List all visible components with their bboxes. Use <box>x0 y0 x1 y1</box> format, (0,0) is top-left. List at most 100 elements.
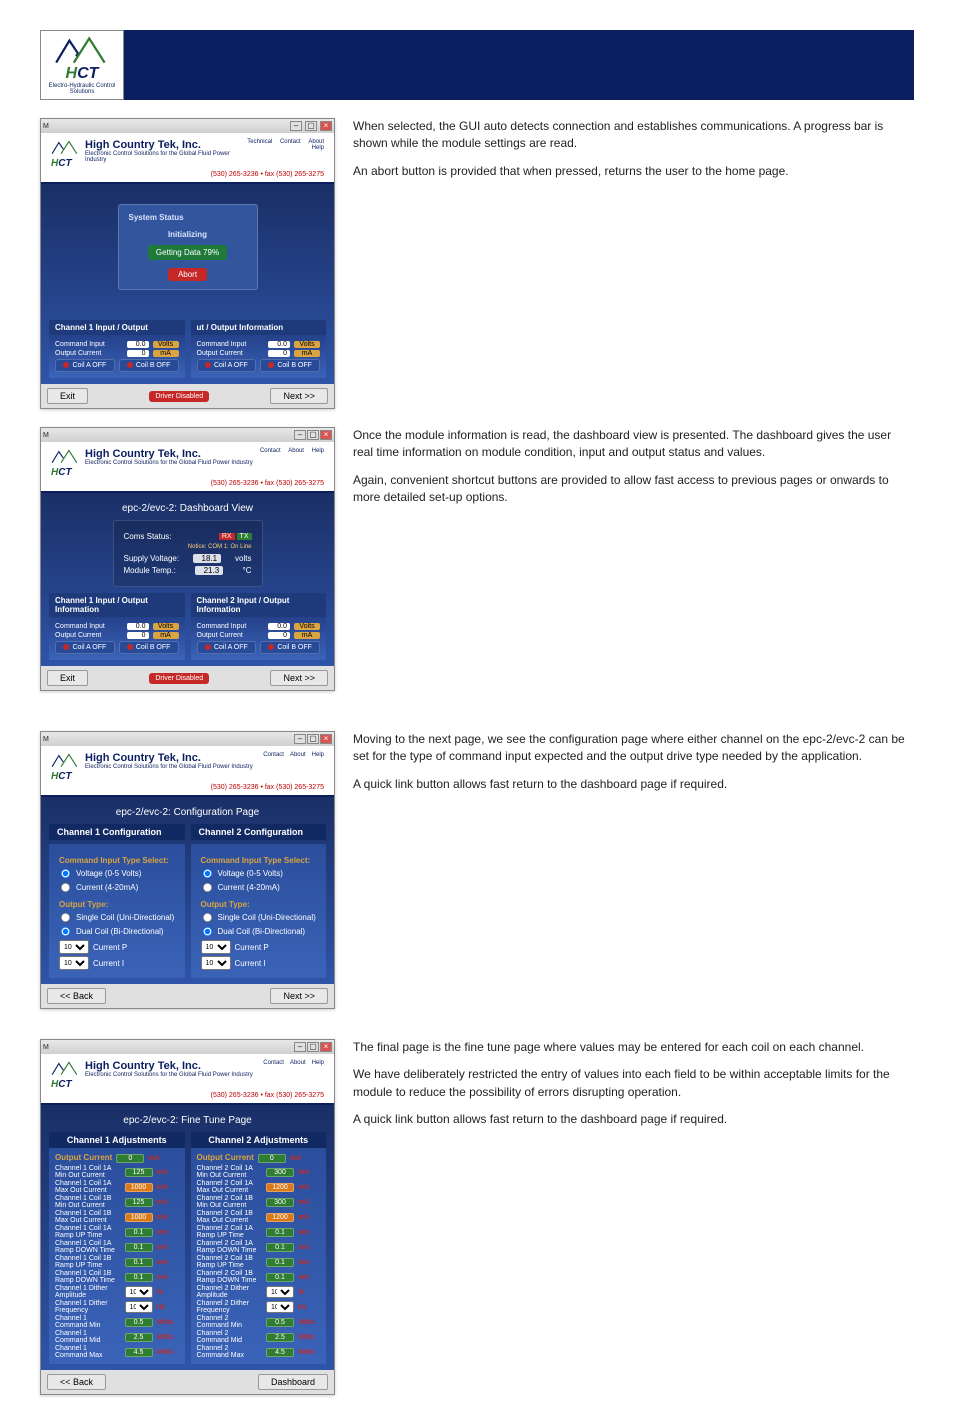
ch1-cmd-voltage[interactable]: Voltage (0-5 Volts) <box>59 867 175 880</box>
finetune-label: Channel 1 Coil 1B Ramp UP Time <box>55 1255 121 1269</box>
close-icon[interactable]: × <box>320 121 332 131</box>
ch2-current-p[interactable]: 10 <box>201 940 231 954</box>
back-button[interactable]: << Back <box>47 988 106 1004</box>
finetune-value[interactable]: 125 <box>125 1198 153 1207</box>
finetune-value[interactable]: 0.1 <box>266 1228 294 1237</box>
finetune-value[interactable]: 0.5 <box>266 1318 294 1327</box>
finetune-unit: Hz <box>157 1304 179 1311</box>
exit-button[interactable]: Exit <box>47 670 88 686</box>
finetune-row: Channel 2 Dither Amplitude10% <box>197 1285 321 1299</box>
maximize-icon[interactable]: ▢ <box>305 121 317 131</box>
abort-button[interactable]: Abort <box>168 268 207 281</box>
mini-logo: HCT <box>51 448 79 478</box>
finetune-select[interactable]: 10 <box>266 1286 294 1298</box>
finetune-value[interactable]: 300 <box>266 1168 294 1177</box>
ch2-cmd-voltage[interactable]: Voltage (0-5 Volts) <box>201 867 317 880</box>
back-button[interactable]: << Back <box>47 1374 106 1390</box>
finetune-value[interactable]: 0.5 <box>125 1318 153 1327</box>
ch2-finetune: Channel 2 Adjustments Output Current0mA … <box>191 1132 327 1364</box>
finetune-value[interactable]: 1200 <box>266 1213 294 1222</box>
close-icon[interactable]: × <box>320 430 332 440</box>
minimize-icon[interactable]: – <box>294 430 306 440</box>
ci-unit: Volts <box>153 341 179 348</box>
finetune-unit: mA <box>298 1214 320 1221</box>
finetune-row: Channel 2 Coil 1B Min Out Current300mA <box>197 1195 321 1209</box>
next-button[interactable]: Next >> <box>270 388 328 404</box>
titlebar[interactable]: M –▢× <box>41 428 334 442</box>
finetune-value[interactable]: 0.1 <box>125 1258 153 1267</box>
finetune-label: Channel 2 Dither Frequency <box>197 1300 263 1314</box>
ch1-current-i[interactable]: 10 <box>59 956 89 970</box>
titlebar[interactable]: M – ▢ × <box>41 119 334 133</box>
finetune-unit: Volts <box>298 1319 320 1326</box>
finetune-value[interactable]: 0.1 <box>266 1243 294 1252</box>
link-help[interactable]: Help <box>312 448 324 454</box>
finetune-value[interactable]: 1200 <box>266 1183 294 1192</box>
finetune-value[interactable]: 1000 <box>125 1213 153 1222</box>
maximize-icon[interactable]: ▢ <box>307 1042 319 1052</box>
finetune-value[interactable]: 4.5 <box>266 1348 294 1357</box>
finetune-select[interactable]: 100 <box>125 1301 153 1313</box>
ch2-cmd-current[interactable]: Current (4-20mA) <box>201 881 317 894</box>
phone-bar: (530) 265-3236 • fax (530) 265-3275 <box>41 171 334 184</box>
window-icon: M <box>43 432 49 439</box>
doc-header: HCT Electro-Hydraulic Control Solutions <box>40 30 914 100</box>
link-contact[interactable]: Contact <box>280 139 301 145</box>
ci-value: 0.0 <box>127 341 149 348</box>
ch1-out-single[interactable]: Single Coil (Uni-Directional) <box>59 911 175 924</box>
section1-copy: When selected, the GUI auto detects conn… <box>353 118 914 190</box>
next-button[interactable]: Next >> <box>270 988 328 1004</box>
finetune-label: Channel 2 Coil 1B Ramp UP Time <box>197 1255 263 1269</box>
finetune-unit: mA <box>157 1214 179 1221</box>
finetune-value[interactable]: 0.1 <box>266 1273 294 1282</box>
finetune-value[interactable]: 4.5 <box>125 1348 153 1357</box>
link-contact[interactable]: Contact <box>260 448 281 454</box>
finetune-unit: sec <box>298 1274 320 1281</box>
minimize-icon[interactable]: – <box>290 121 302 131</box>
ch1-current-p[interactable]: 10 <box>59 940 89 954</box>
mountain-icon <box>51 139 79 155</box>
dashboard-button[interactable]: Dashboard <box>258 1374 328 1390</box>
brand-row: HCT High Country Tek, Inc. Electronic Co… <box>41 133 334 171</box>
window-icon: M <box>43 736 49 743</box>
finetune-value[interactable]: 300 <box>266 1198 294 1207</box>
ch1-cmd-current[interactable]: Current (4-20mA) <box>59 881 175 894</box>
minimize-icon[interactable]: – <box>294 1042 306 1052</box>
finetune-value[interactable]: 125 <box>125 1168 153 1177</box>
exit-button[interactable]: Exit <box>47 388 88 404</box>
maximize-icon[interactable]: ▢ <box>307 430 319 440</box>
coil-a-status: Coil A OFF <box>197 359 257 372</box>
ch1-out-dual[interactable]: Dual Coil (Bi-Directional) <box>59 925 175 938</box>
finetune-value[interactable]: 0.1 <box>125 1228 153 1237</box>
finetune-row: Channel 1 Coil 1B Min Out Current125mA <box>55 1195 179 1209</box>
finetune-row: Channel 1 Coil 1A Min Out Current125mA <box>55 1165 179 1179</box>
finetune-label: Channel 2 Coil 1A Min Out Current <box>197 1165 263 1179</box>
finetune-row: Channel 1 Dither Frequency100Hz <box>55 1300 179 1314</box>
finetune-value[interactable]: 0.1 <box>125 1243 153 1252</box>
finetune-label: Channel 1 Coil 1B Ramp DOWN Time <box>55 1270 121 1284</box>
finetune-row: Channel 1 Command Mid2.5Volts <box>55 1330 179 1344</box>
oc-value: 0 <box>127 350 149 357</box>
minimize-icon[interactable]: – <box>294 734 306 744</box>
supply-unit: volts <box>235 554 251 563</box>
link-help[interactable]: Help <box>312 145 324 151</box>
link-technical[interactable]: Technical <box>247 139 272 145</box>
ch2-out-dual[interactable]: Dual Coil (Bi-Directional) <box>201 925 317 938</box>
next-button[interactable]: Next >> <box>270 670 328 686</box>
link-about[interactable]: About <box>288 448 304 454</box>
mountain-icon <box>54 34 109 65</box>
finetune-label: Channel 2 Command Max <box>197 1345 263 1359</box>
ch2-current-i[interactable]: 10 <box>201 956 231 970</box>
finetune-select[interactable]: 100 <box>266 1301 294 1313</box>
finetune-row: Channel 2 Coil 1A Min Out Current300mA <box>197 1165 321 1179</box>
finetune-value[interactable]: 0.1 <box>125 1273 153 1282</box>
close-icon[interactable]: × <box>320 1042 332 1052</box>
finetune-value[interactable]: 2.5 <box>266 1333 294 1342</box>
finetune-select[interactable]: 10 <box>125 1286 153 1298</box>
finetune-value[interactable]: 2.5 <box>125 1333 153 1342</box>
ch2-out-single[interactable]: Single Coil (Uni-Directional) <box>201 911 317 924</box>
finetune-value[interactable]: 0.1 <box>266 1258 294 1267</box>
finetune-value[interactable]: 1000 <box>125 1183 153 1192</box>
maximize-icon[interactable]: ▢ <box>307 734 319 744</box>
close-icon[interactable]: × <box>320 734 332 744</box>
